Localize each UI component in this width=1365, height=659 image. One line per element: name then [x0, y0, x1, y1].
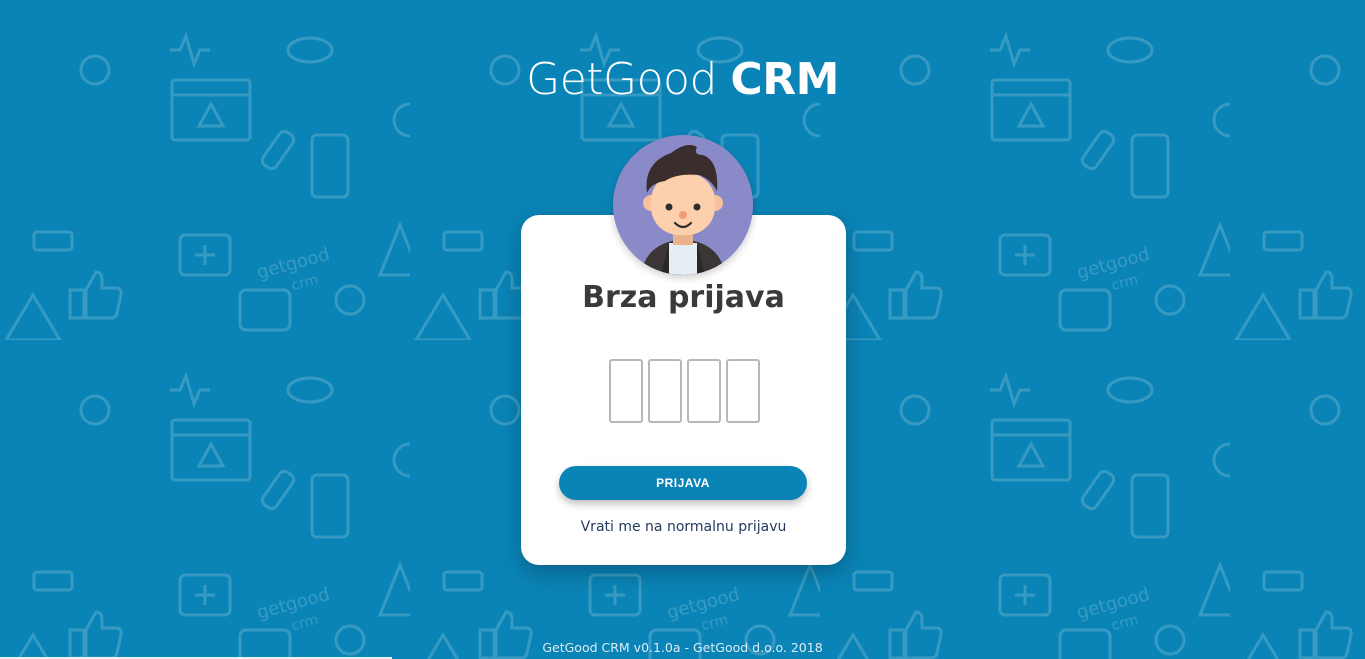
back-to-normal-login-link[interactable]: Vrati me na normalnu prijavu	[521, 519, 846, 535]
brand-name-bold: CRM	[730, 54, 839, 105]
card-title: Brza prijava	[582, 280, 785, 315]
pin-digit-2-input[interactable]	[648, 359, 682, 423]
pin-digit-3-input[interactable]	[687, 359, 721, 423]
brand-name-light: GetGood	[526, 54, 717, 105]
app-brand-title: GetGood CRM	[0, 54, 1365, 105]
footer-version-text: GetGood CRM v0.1.0a - GetGood d.o.o. 201…	[542, 640, 823, 655]
pin-digit-1-input[interactable]	[609, 359, 643, 423]
pin-digit-4-input[interactable]	[726, 359, 760, 423]
user-avatar-icon	[613, 135, 753, 275]
login-button[interactable]: PRIJAVA	[559, 466, 807, 500]
pin-input-group	[609, 359, 760, 423]
